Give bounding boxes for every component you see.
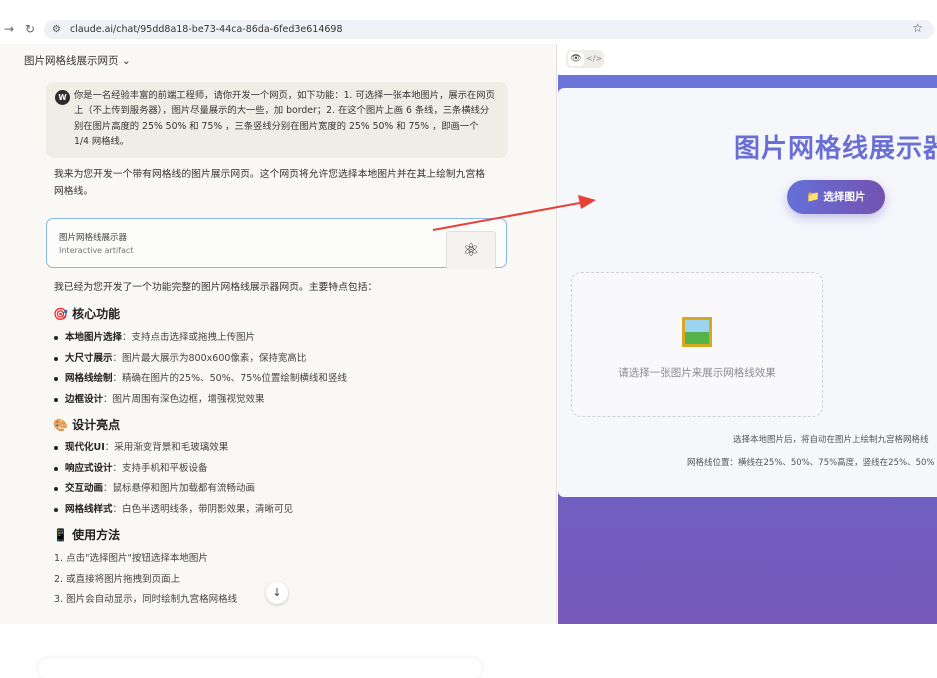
preview-card: 图片网格线展示器 📁 选择图片 请选择一张图片来展示网格线效果 选择本地图片后，…: [558, 88, 937, 497]
code-icon[interactable]: </>: [586, 52, 602, 66]
artifact-preview-pane: 👁 </> 图片网格线展示器 📁 选择图片 请选择一张图片来展示网格线效果 选择…: [558, 44, 937, 624]
image-drop-zone[interactable]: 请选择一张图片来展示网格线效果: [571, 272, 823, 417]
section-heading: 📱 使用方法: [53, 528, 121, 542]
app-title: 图片网格线展示器: [734, 134, 937, 164]
bookmark-star-icon[interactable]: ☆: [912, 21, 923, 35]
list-item: 响应式设计：支持手机和平板设备: [54, 460, 208, 474]
list-item: 大尺寸展示：图片最大展示为800x600像素，保持宽高比: [54, 350, 306, 364]
avatar: W: [55, 90, 70, 105]
reply-summary: 我已经为您开发了一个功能完整的图片网格线展示器网页。主要特点包括：: [54, 282, 378, 293]
palette-icon: 🎨: [53, 418, 68, 432]
list-item: 交互动画：鼠标悬停和图片加载都有流畅动画: [54, 480, 255, 494]
list-item: 网格线样式：白色半透明线条，带阴影效果，清晰可见: [54, 501, 293, 515]
info-text: 选择本地图片后，将自动在图片上绘制九宫格网格线: [733, 435, 929, 445]
list-item: 现代化UI：采用渐变背景和毛玻璃效果: [54, 439, 228, 453]
list-item: 网格线绘制：精确在图片的25%、50%、75%位置绘制横线和竖线: [54, 370, 347, 384]
artifact-title: 图片网格线展示器: [59, 233, 128, 243]
list-item: 本地图片选择：支持点击选择或拖拽上传图片: [54, 329, 255, 343]
user-message: W 你是一名经验丰富的前端工程师，请你开发一个网页，如下功能：1. 可选择一张本…: [46, 82, 508, 158]
site-settings-icon[interactable]: ⚙: [52, 20, 61, 39]
react-atom-icon: ⚛: [446, 231, 496, 269]
reload-icon[interactable]: ↻: [25, 22, 35, 36]
artifact-card[interactable]: 图片网格线展示器 Interactive artifact ⚛: [46, 218, 507, 269]
url-text: claude.ai/chat/95dd8a18-be73-44ca-86da-6…: [70, 24, 343, 35]
list-item: 边框设计：图片周围有深色边框，增强视觉效果: [54, 391, 265, 405]
grid-position-text: 网格线位置：横线在25%、50%、75%高度，竖线在25%、50%: [687, 458, 935, 468]
browser-toolbar: → ↻ ⚙ claude.ai/chat/95dd8a18-be73-44ca-…: [0, 0, 937, 44]
folder-icon: 📁: [806, 191, 820, 203]
choose-image-button[interactable]: 📁 选择图片: [787, 180, 885, 214]
chat-pane: 图片网格线展示网页 ⌄ W 你是一名经验丰富的前端工程师，请你开发一个网页，如下…: [0, 44, 557, 678]
view-toggle[interactable]: 👁 </>: [566, 50, 604, 68]
list-item: 2. 或直接将图片拖拽到页面上: [54, 574, 181, 585]
user-message-text: 你是一名经验丰富的前端工程师，请你开发一个网页，如下功能：1. 可选择一张本地图…: [74, 90, 495, 147]
phone-icon: 📱: [53, 528, 68, 542]
address-bar[interactable]: ⚙ claude.ai/chat/95dd8a18-be73-44ca-86da…: [44, 20, 934, 39]
framed-picture-icon: [682, 317, 712, 347]
section-heading: 🎨 设计亮点: [53, 418, 121, 432]
message-input[interactable]: [38, 658, 482, 678]
eye-icon[interactable]: 👁: [568, 52, 584, 66]
artifact-subtitle: Interactive artifact: [59, 246, 134, 255]
list-item: 3. 图片会自动显示，同时绘制九宫格网格线: [54, 594, 238, 605]
section-heading: 🎯 核心功能: [53, 307, 121, 321]
scroll-down-button[interactable]: ↓: [266, 582, 288, 604]
reply-intro: 我来为您开发一个带有网格线的图片展示网页。这个网页将允许您选择本地图片并在其上绘…: [54, 169, 486, 197]
drop-placeholder: 请选择一张图片来展示网格线效果: [618, 367, 776, 379]
list-item: 1. 点击"选择图片"按钮选择本地图片: [54, 553, 208, 564]
forward-icon[interactable]: →: [4, 22, 14, 36]
conversation-title[interactable]: 图片网格线展示网页 ⌄: [24, 53, 131, 68]
target-icon: 🎯: [53, 307, 68, 321]
